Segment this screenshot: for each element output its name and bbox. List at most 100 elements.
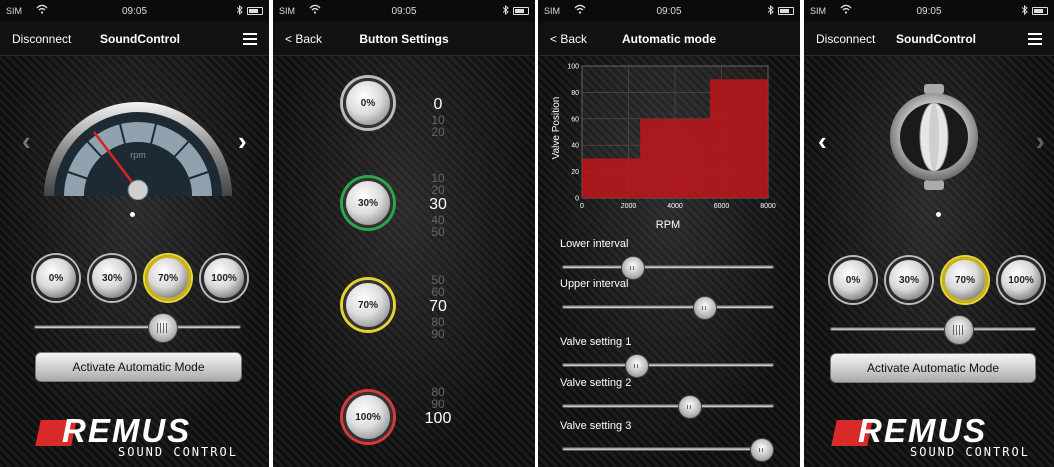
picker-value: 90 bbox=[431, 327, 445, 341]
valve-flap-graphic bbox=[890, 84, 978, 190]
chevron-left-icon[interactable]: ‹ bbox=[818, 126, 827, 157]
picker-value bbox=[418, 428, 458, 440]
clock: 09:05 bbox=[916, 6, 942, 17]
chevron-right-icon[interactable]: › bbox=[238, 126, 247, 157]
bluetooth-icon bbox=[767, 4, 774, 17]
slider-label: Valve setting 1 bbox=[560, 336, 632, 348]
slider-label: Valve setting 2 bbox=[560, 377, 632, 389]
picker-value: 60 bbox=[431, 285, 445, 299]
battery-icon bbox=[778, 7, 794, 15]
picker-value: 70 bbox=[429, 298, 447, 315]
soundcontrol-valve-screen: SIM 09:05 Disconnect SoundControl ‹ › 0%… bbox=[804, 0, 1054, 467]
logo-subtitle: SOUND CONTROL bbox=[910, 445, 1030, 459]
activate-automatic-mode-button[interactable]: Activate Automatic Mode bbox=[830, 353, 1036, 383]
percentage-picker[interactable]: 50 60 70 80 90 bbox=[418, 274, 458, 340]
status-bar: SIM 09:05 bbox=[0, 0, 269, 22]
battery-icon bbox=[247, 7, 263, 15]
preset-button[interactable]: 0% bbox=[830, 257, 876, 303]
x-tick-label: 2000 bbox=[621, 203, 637, 210]
activate-automatic-mode-button[interactable]: Activate Automatic Mode bbox=[35, 352, 242, 382]
chart-bar[interactable] bbox=[640, 118, 710, 198]
range-slider[interactable] bbox=[562, 256, 774, 280]
range-slider-knob[interactable] bbox=[693, 296, 718, 320]
slider-label: Lower interval bbox=[560, 238, 629, 250]
button-settings-screen: SIM 09:05 < Back Button Settings 0% 0 10 20… bbox=[273, 0, 535, 467]
picker-value bbox=[418, 440, 458, 452]
preset-button[interactable]: 30% bbox=[886, 257, 932, 303]
chevron-right-icon[interactable]: › bbox=[1036, 126, 1045, 157]
preset-button[interactable]: 100% bbox=[998, 257, 1044, 303]
status-bar: SIM 09:05 bbox=[538, 0, 800, 22]
rpm-gauge: rpm bbox=[44, 102, 232, 200]
automatic-mode-screen: SIM 09:05 < Back Automatic mode 0 2000 400… bbox=[538, 0, 800, 467]
preset-button[interactable]: 30% bbox=[89, 255, 135, 301]
disconnect-button[interactable]: Disconnect bbox=[12, 32, 71, 46]
chart-bar[interactable] bbox=[709, 79, 768, 198]
hamburger-menu-icon[interactable] bbox=[1028, 33, 1042, 45]
percentage-picker[interactable]: 80 90 100 bbox=[418, 386, 458, 452]
y-tick-label: 20 bbox=[571, 169, 579, 176]
range-slider[interactable] bbox=[562, 438, 775, 462]
preset-button[interactable]: 70% bbox=[145, 255, 191, 301]
x-tick-label: 4000 bbox=[667, 203, 683, 210]
x-tick-label: 6000 bbox=[714, 203, 730, 210]
range-slider[interactable] bbox=[562, 354, 774, 378]
disconnect-button[interactable]: Disconnect bbox=[816, 32, 875, 46]
range-slider-knob[interactable] bbox=[625, 354, 650, 378]
battery-icon bbox=[1032, 7, 1048, 15]
clock: 09:05 bbox=[391, 6, 417, 17]
sound-slider[interactable] bbox=[34, 313, 241, 343]
logo-subtitle: SOUND CONTROL bbox=[118, 445, 238, 459]
picker-value: 50 bbox=[431, 225, 445, 239]
preset-button[interactable]: 70% bbox=[942, 257, 988, 303]
percentage-picker[interactable]: 0 10 20 bbox=[418, 72, 458, 138]
preset-setting-button[interactable]: 100% bbox=[343, 392, 393, 442]
picker-value: 100 bbox=[424, 410, 452, 427]
sound-slider[interactable] bbox=[830, 315, 1036, 345]
range-slider-knob[interactable] bbox=[678, 395, 703, 419]
nav-bar: Disconnect SoundControl bbox=[804, 22, 1054, 56]
page-indicator bbox=[936, 212, 941, 217]
chart-bar[interactable] bbox=[582, 158, 641, 198]
picker-value: 0 bbox=[433, 96, 443, 113]
percentage-picker[interactable]: 10 20 30 40 50 bbox=[418, 172, 458, 238]
preset-button[interactable]: 100% bbox=[201, 255, 247, 301]
slider-label: Upper interval bbox=[560, 278, 629, 290]
gauge-unit-label: rpm bbox=[130, 150, 146, 160]
status-bar: SIM 09:05 bbox=[804, 0, 1054, 22]
sound-slider-knob[interactable] bbox=[943, 315, 974, 345]
y-tick-label: 80 bbox=[571, 90, 579, 97]
page-title: Button Settings bbox=[359, 32, 449, 46]
range-slider[interactable] bbox=[562, 395, 774, 419]
y-tick-label: 0 bbox=[575, 196, 579, 203]
sound-slider-knob[interactable] bbox=[148, 313, 179, 343]
soundcontrol-gauge-screen: SIM 09:05 Disconnect SoundControl ‹ › rp… bbox=[0, 0, 269, 467]
app-title: SoundControl bbox=[100, 32, 180, 46]
chevron-left-icon[interactable]: ‹ bbox=[22, 126, 31, 157]
preset-setting-button[interactable]: 70% bbox=[343, 280, 393, 330]
y-axis-label: Valve Position bbox=[551, 97, 562, 160]
range-slider-knob[interactable] bbox=[750, 438, 775, 462]
clock: 09:05 bbox=[656, 6, 682, 17]
picker-value: 20 bbox=[431, 125, 445, 139]
range-slider-knob[interactable] bbox=[620, 256, 645, 280]
picker-value: 20 bbox=[431, 183, 445, 197]
slider-label: Valve setting 3 bbox=[560, 420, 632, 432]
preset-setting-button[interactable]: 30% bbox=[343, 178, 393, 228]
bluetooth-icon bbox=[502, 4, 509, 17]
y-tick-label: 40 bbox=[571, 143, 579, 150]
picker-value: 30 bbox=[429, 196, 447, 213]
status-bar: SIM 09:05 bbox=[273, 0, 535, 22]
bluetooth-icon bbox=[236, 4, 243, 17]
page-title: Automatic mode bbox=[621, 32, 716, 46]
range-slider[interactable] bbox=[562, 296, 774, 320]
preset-button[interactable]: 0% bbox=[33, 255, 79, 301]
x-tick-label: 0 bbox=[580, 203, 584, 210]
x-tick-label: 8000 bbox=[760, 203, 776, 210]
battery-icon bbox=[513, 7, 529, 15]
preset-setting-button[interactable]: 0% bbox=[343, 78, 393, 128]
app-title: SoundControl bbox=[896, 32, 976, 46]
hamburger-menu-icon[interactable] bbox=[243, 33, 257, 45]
nav-bar: < Back Button Settings bbox=[273, 22, 535, 56]
x-axis-label: RPM bbox=[656, 219, 680, 231]
